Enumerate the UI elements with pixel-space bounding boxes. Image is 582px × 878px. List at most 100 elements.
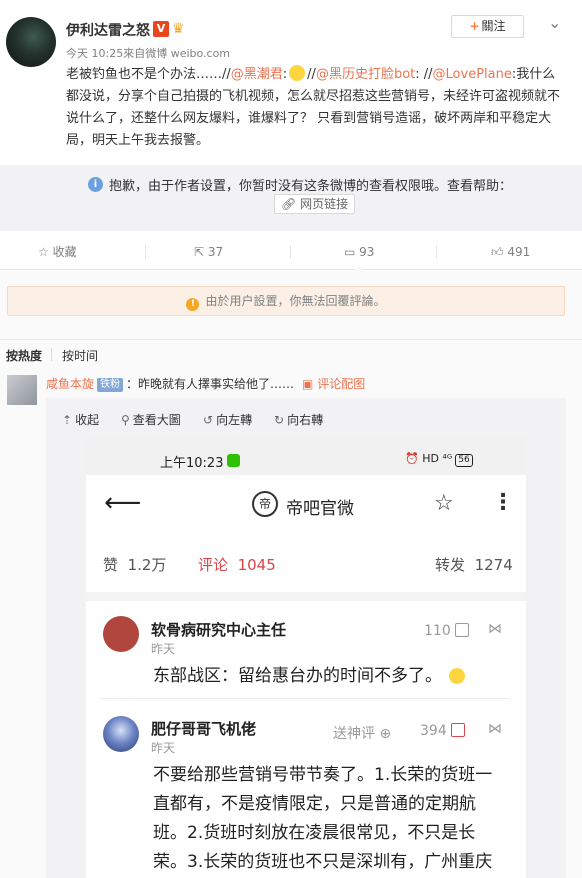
diba-logo-icon: 帝 [252,491,278,517]
mention-link[interactable]: @黑潮君 [231,67,283,82]
post-text-segment: : [282,67,288,82]
comment-line: 咸鱼本旋 铁粉 ：昨晚就有人擇事实给他了…… ▣ 评论配图 [46,375,365,392]
rotate-right-label: 向右轉 [287,413,324,427]
share-icon: ⋈ [488,721,502,737]
comment-disabled-notice: ! 由於用户設置，你無法回覆評論。 [7,286,565,316]
rotate-right-icon: ↻ [274,413,285,427]
sort-divider [51,348,52,361]
plus-icon: + [469,19,480,33]
comment-picture-link[interactable]: ▣ 评论配图 [302,377,365,391]
crown-icon: ♛ [172,21,185,37]
collapse-button[interactable]: ⇡ 收起 [62,411,99,428]
phone-tab-repost-label: 转发 [435,556,466,574]
divider [0,339,582,340]
star-outline-icon: ☆ [434,491,454,516]
action-divider [436,245,437,259]
phone-tab-like-count: 1.2万 [127,556,167,574]
more-vertical-icon: ⋮ [492,490,514,515]
sort-by-hot-tab[interactable]: 按热度 [6,347,42,364]
warning-icon: ! [186,298,200,311]
phone-tab-like: 赞 1.2万 [103,554,166,575]
phone-comment-text-line: 直都有，不是疫情限定，只是普通的定期航 [153,794,476,814]
comment-count: 93 [359,245,375,259]
phone-comment-time: 昨天 [151,642,176,656]
favorite-label: 收藏 [52,245,77,259]
collapse-up-icon: ⇡ [62,413,73,427]
commenter-avatar[interactable] [7,375,37,405]
picture-icon: ▣ [302,377,314,391]
phone-commenter-name: 肥仔哥哥飞机佬 [151,720,257,738]
mention-link[interactable]: @黑历史打脸bot [316,67,415,82]
phone-commenter-avatar [103,616,139,652]
send-god-comment-label: 送神评 [333,726,375,742]
phone-tab-comment-count: 1045 [237,556,276,574]
phone-tab-bar: 赞 1.2万 评论 1045 转发 1274 [86,542,526,592]
phone-commenter-name: 软骨病研究中心主任 [151,621,287,639]
thumbs-up-icon [454,623,469,637]
link-icon: 🔗︎ [281,197,297,211]
phone-tab-comment-label: 评论 [198,556,229,574]
comment-button[interactable]: ▭ 93 [344,234,375,271]
fan-badge: 铁粉 [97,378,124,392]
phone-comment-text-line: 不要给那些营销号带节奏了。1.长荣的货班一 [153,765,493,785]
repost-icon: ⇱ [194,245,205,259]
author-avatar[interactable] [6,17,56,67]
back-arrow-icon: ⟵ [104,488,142,518]
star-outline-icon: ☆ [38,245,49,259]
like-button[interactable]: 👍︎ 491 [491,234,530,270]
rotate-right-button[interactable]: ↻ 向右轉 [274,411,323,428]
comment-text: ：昨晚就有人擇事实给他了…… [126,377,295,391]
post-text: 老被钓鱼也不是个办法……//@黑潮君: //@黑历史打脸bot: //@LoveP… [66,64,566,152]
rotate-left-label: 向左轉 [216,413,253,427]
sort-by-time-tab[interactable]: 按时间 [62,347,98,364]
phone-divider [100,698,510,699]
phone-tab-like-label: 赞 [103,556,119,574]
retweet-notice-text: 抱歉，由于作者设置，你暂时没有这条微博的查看权限哦。查看帮助： [109,179,513,194]
action-divider [145,245,146,259]
help-link[interactable]: 🔗︎ 网页链接 [274,194,356,214]
author-name[interactable]: 伊利达雷之怒 [66,20,150,40]
comment-picture-label: 评论配图 [317,377,366,391]
battery-icon: 56 [455,454,473,467]
like-count: 491 [507,245,531,259]
view-large-button[interactable]: ⚲ 查看大圖 [121,411,181,428]
phone-time: 上午10:23 [160,456,224,471]
phone-tab-repost-count: 1274 [474,556,513,574]
view-large-label: 查看大圖 [132,413,181,427]
favorite-button[interactable]: ☆ 收藏 [38,234,77,270]
verified-badge-icon: V [153,21,169,37]
mention-link[interactable]: @LovePlane [433,67,512,82]
plus-circle-icon: ⊕ [379,726,392,742]
comment-icon: ▭ [344,245,356,259]
phone-comment-likes-count: 394 [420,723,447,739]
phone-comment-text-line: 班。2.货班时刻放在凌晨很常见，不只是长 [153,823,476,843]
phone-comment-likes: 110 [424,623,469,639]
rotate-left-button[interactable]: ↺ 向左轉 [203,411,252,428]
phone-comment-likes: 394 [420,723,465,739]
post-text-segment: 老被钓鱼也不是个办法……// [66,67,231,82]
search-icon: ⚲ [121,413,130,427]
phone-section-gap [86,592,526,601]
follow-button[interactable]: + 關注 [451,15,524,38]
image-viewer-toolbar: ⇡ 收起 ⚲ 查看大圖 ↺ 向左轉 ↻ 向右轉 [46,398,566,436]
repost-count: 37 [207,245,224,259]
phone-comment-time: 昨天 [151,741,176,755]
commenter-name[interactable]: 咸鱼本旋 [46,377,94,391]
wechat-icon [227,454,240,467]
help-link-label: 网页链接 [300,197,349,211]
action-bar: ☆ 收藏 ⇱ 37 ▭ 93 👍︎ 491 [0,234,582,271]
chevron-down-icon[interactable]: ⌄ [548,13,561,32]
phone-comment-text: 东部战区：留给惠台办的时间不多了。 [153,662,467,691]
phone-tab-repost: 转发 1274 [435,554,513,575]
send-god-comment: 送神评 ⊕ [333,723,391,743]
thumbs-up-icon: 👍︎ [491,245,504,259]
post-text-segment: : // [415,67,433,82]
repost-button[interactable]: ⇱ 37 [194,234,223,270]
share-icon: ⋈ [488,621,502,637]
phone-comment-text-line: 荣。3.长荣的货班也不只是深圳有，广州重庆 [153,852,493,872]
info-icon: i [88,177,103,192]
collapse-label: 收起 [75,413,100,427]
doge-emoji-icon [449,668,466,684]
thumbs-up-icon [450,723,465,737]
phone-page-title: 帝吧官微 [286,499,354,519]
